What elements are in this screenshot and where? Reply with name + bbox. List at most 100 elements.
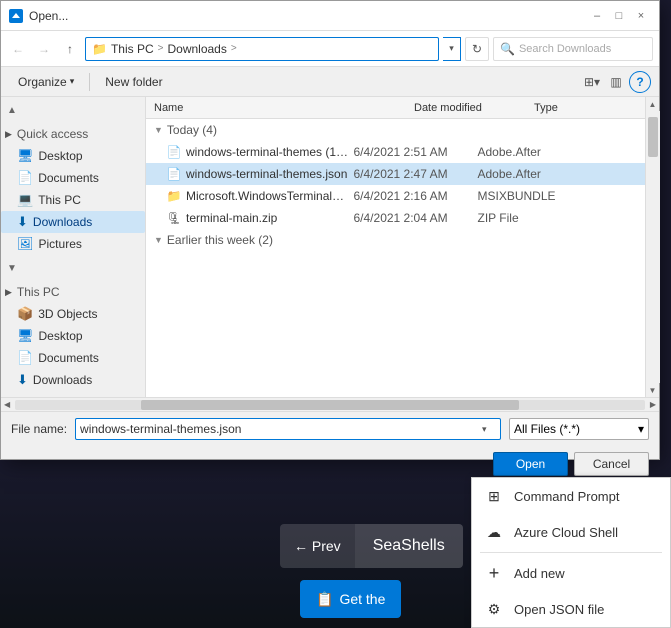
hscroll-track[interactable] <box>15 400 645 410</box>
cmd-label: Command Prompt <box>514 489 619 504</box>
maximize-button[interactable]: □ <box>609 7 629 25</box>
file-type-2: Adobe.After <box>478 167 642 181</box>
file-name-4: terminal-main.zip <box>186 211 350 225</box>
file-icon-json2: 📄 <box>166 166 182 182</box>
downloads-pc-icon: ⬇ <box>17 372 28 388</box>
menu-item-openjson[interactable]: ⚙ Open JSON file <box>472 591 670 627</box>
forward-button[interactable]: → <box>33 38 55 60</box>
context-menu: ⊞ Command Prompt ☁ Azure Cloud Shell + A… <box>471 477 671 628</box>
desktop-pc-icon: 🖥 <box>17 328 34 344</box>
sidebar-item-downloads-qa[interactable]: ⬇ Downloads <box>1 211 145 233</box>
table-row[interactable]: 📄 windows-terminal-themes.json 6/4/2021 … <box>146 163 645 185</box>
file-icon-folder: 📁 <box>166 188 182 204</box>
col-name-header[interactable]: Name <box>150 97 410 118</box>
documents-icon: 📄 <box>17 170 33 186</box>
col-date-header[interactable]: Date modified <box>410 97 530 118</box>
this-pc-section: ▶ This PC 📦 3D Objects 🖥 Desktop 📄 Docum… <box>1 277 145 395</box>
group-earlier: ▼ Earlier this week (2) <box>146 229 645 251</box>
table-row[interactable]: 📄 windows-terminal-themes (1).json 6/4/2… <box>146 141 645 163</box>
scroll-up-arrow[interactable]: ▲ <box>646 97 660 111</box>
toolbar: Organize ▾ New folder ⊞▾ ▥ ? <box>1 67 659 97</box>
prev-button[interactable]: ← Prev <box>280 524 355 568</box>
search-icon: 🔍 <box>500 42 515 56</box>
filename-label: File name: <box>11 422 67 436</box>
documents-pc-icon: 📄 <box>17 350 33 366</box>
table-row[interactable]: 🗜 terminal-main.zip 6/4/2021 2:04 AM ZIP… <box>146 207 645 229</box>
address-bar: ← → ↑ 📁 This PC > Downloads > ▾ ↻ 🔍 Sear… <box>1 31 659 67</box>
openjson-label: Open JSON file <box>514 602 604 617</box>
sidebar-item-3dobjects[interactable]: 📦 3D Objects <box>1 303 145 325</box>
scrollbar-track[interactable] <box>646 111 660 383</box>
get-the-button[interactable]: 📋 Get the <box>300 580 401 618</box>
pane-button[interactable]: ▥ <box>605 71 627 93</box>
toolbar-right: ⊞▾ ▥ ? <box>581 71 651 93</box>
open-button[interactable]: Open <box>493 452 568 476</box>
sidebar-item-documents-pc[interactable]: 📄 Documents <box>1 347 145 369</box>
organize-button[interactable]: Organize ▾ <box>9 71 83 93</box>
file-icon-json1: 📄 <box>166 144 182 160</box>
sidebar-scroll-down[interactable]: ▼ <box>5 261 19 275</box>
search-box[interactable]: 🔍 Search Downloads <box>493 37 653 61</box>
file-name-2: windows-terminal-themes.json <box>186 167 350 181</box>
filename-dropdown-arrow: ▾ <box>482 424 496 435</box>
close-button[interactable]: × <box>631 7 651 25</box>
menu-item-cmd[interactable]: ⊞ Command Prompt <box>472 478 670 514</box>
pictures-icon: 🖼 <box>17 236 34 252</box>
group-today: ▼ Today (4) <box>146 119 645 141</box>
hscroll-right[interactable]: ▶ <box>647 400 659 409</box>
filetype-select[interactable]: All Files (*.*) ▾ <box>509 418 649 440</box>
cmd-icon: ⊞ <box>484 486 504 506</box>
address-path[interactable]: 📁 This PC > Downloads > <box>85 37 439 61</box>
filename-input[interactable]: windows-terminal-themes.json ▾ <box>75 418 501 440</box>
sidebar-scroll-top: ▲ <box>1 101 145 119</box>
file-icon-zip: 🗜 <box>166 210 182 226</box>
view-button[interactable]: ⊞▾ <box>581 71 603 93</box>
address-dropdown[interactable]: ▾ <box>443 37 461 61</box>
openjson-icon: ⚙ <box>484 599 504 619</box>
new-folder-button[interactable]: New folder <box>96 71 171 93</box>
sidebar-item-documents-qa[interactable]: 📄 Documents <box>1 167 145 189</box>
action-buttons: Open Cancel <box>1 452 659 480</box>
hscroll-thumb <box>141 400 519 410</box>
file-name-1: windows-terminal-themes (1).json <box>186 145 350 159</box>
path-downloads: Downloads <box>167 42 226 56</box>
filename-value: windows-terminal-themes.json <box>80 422 241 436</box>
file-date-3: 6/4/2021 2:16 AM <box>354 189 474 203</box>
col-type-header[interactable]: Type <box>530 97 641 118</box>
file-date-4: 6/4/2021 2:04 AM <box>354 211 474 225</box>
menu-item-azure[interactable]: ☁ Azure Cloud Shell <box>472 514 670 550</box>
seashells-button[interactable]: SeaShells <box>355 524 463 568</box>
file-list-header: Name Date modified Type <box>146 97 645 119</box>
group-chevron-today: ▼ <box>154 125 163 135</box>
filetype-label: All Files (*.*) <box>514 422 580 436</box>
dialog-titlebar: Open... – □ × <box>1 1 659 31</box>
sidebar-item-downloads-pc[interactable]: ⬇ Downloads <box>1 369 145 391</box>
file-name-3: Microsoft.WindowsTerminalPreview_1.9.... <box>186 189 350 203</box>
scroll-down-arrow[interactable]: ▼ <box>646 383 660 397</box>
downloads-icon-qa: ⬇ <box>17 214 28 230</box>
toolbar-separator <box>89 73 90 91</box>
table-row[interactable]: 📁 Microsoft.WindowsTerminalPreview_1.9..… <box>146 185 645 207</box>
minimize-button[interactable]: – <box>587 7 607 25</box>
file-list: Name Date modified Type ▼ Today (4) 📄 wi… <box>146 97 645 397</box>
desktop-icon: 🖥 <box>17 148 34 164</box>
refresh-button[interactable]: ↻ <box>465 37 489 61</box>
cancel-button[interactable]: Cancel <box>574 452 649 476</box>
help-button[interactable]: ? <box>629 71 651 93</box>
sidebar-item-pictures-qa[interactable]: 🖼 Pictures <box>1 233 145 255</box>
menu-item-addnew[interactable]: + Add new <box>472 555 670 591</box>
quick-access-header: ▶ Quick access <box>1 123 145 145</box>
back-button[interactable]: ← <box>7 38 29 60</box>
group-chevron-earlier: ▼ <box>154 235 163 245</box>
3dobjects-icon: 📦 <box>17 306 33 322</box>
up-button[interactable]: ↑ <box>59 38 81 60</box>
path-sep2: > <box>231 43 237 54</box>
sidebar-item-desktop-pc[interactable]: 🖥 Desktop <box>1 325 145 347</box>
sidebar-item-desktop-qa[interactable]: 🖥 Desktop <box>1 145 145 167</box>
sidebar-item-thispc-qa[interactable]: 💻 This PC <box>1 189 145 211</box>
hscroll-left[interactable]: ◀ <box>1 400 13 409</box>
search-placeholder: Search Downloads <box>519 43 611 55</box>
dialog-icon <box>9 9 23 23</box>
sidebar-scroll-up[interactable]: ▲ <box>5 103 19 117</box>
dialog-title: Open... <box>29 9 68 23</box>
